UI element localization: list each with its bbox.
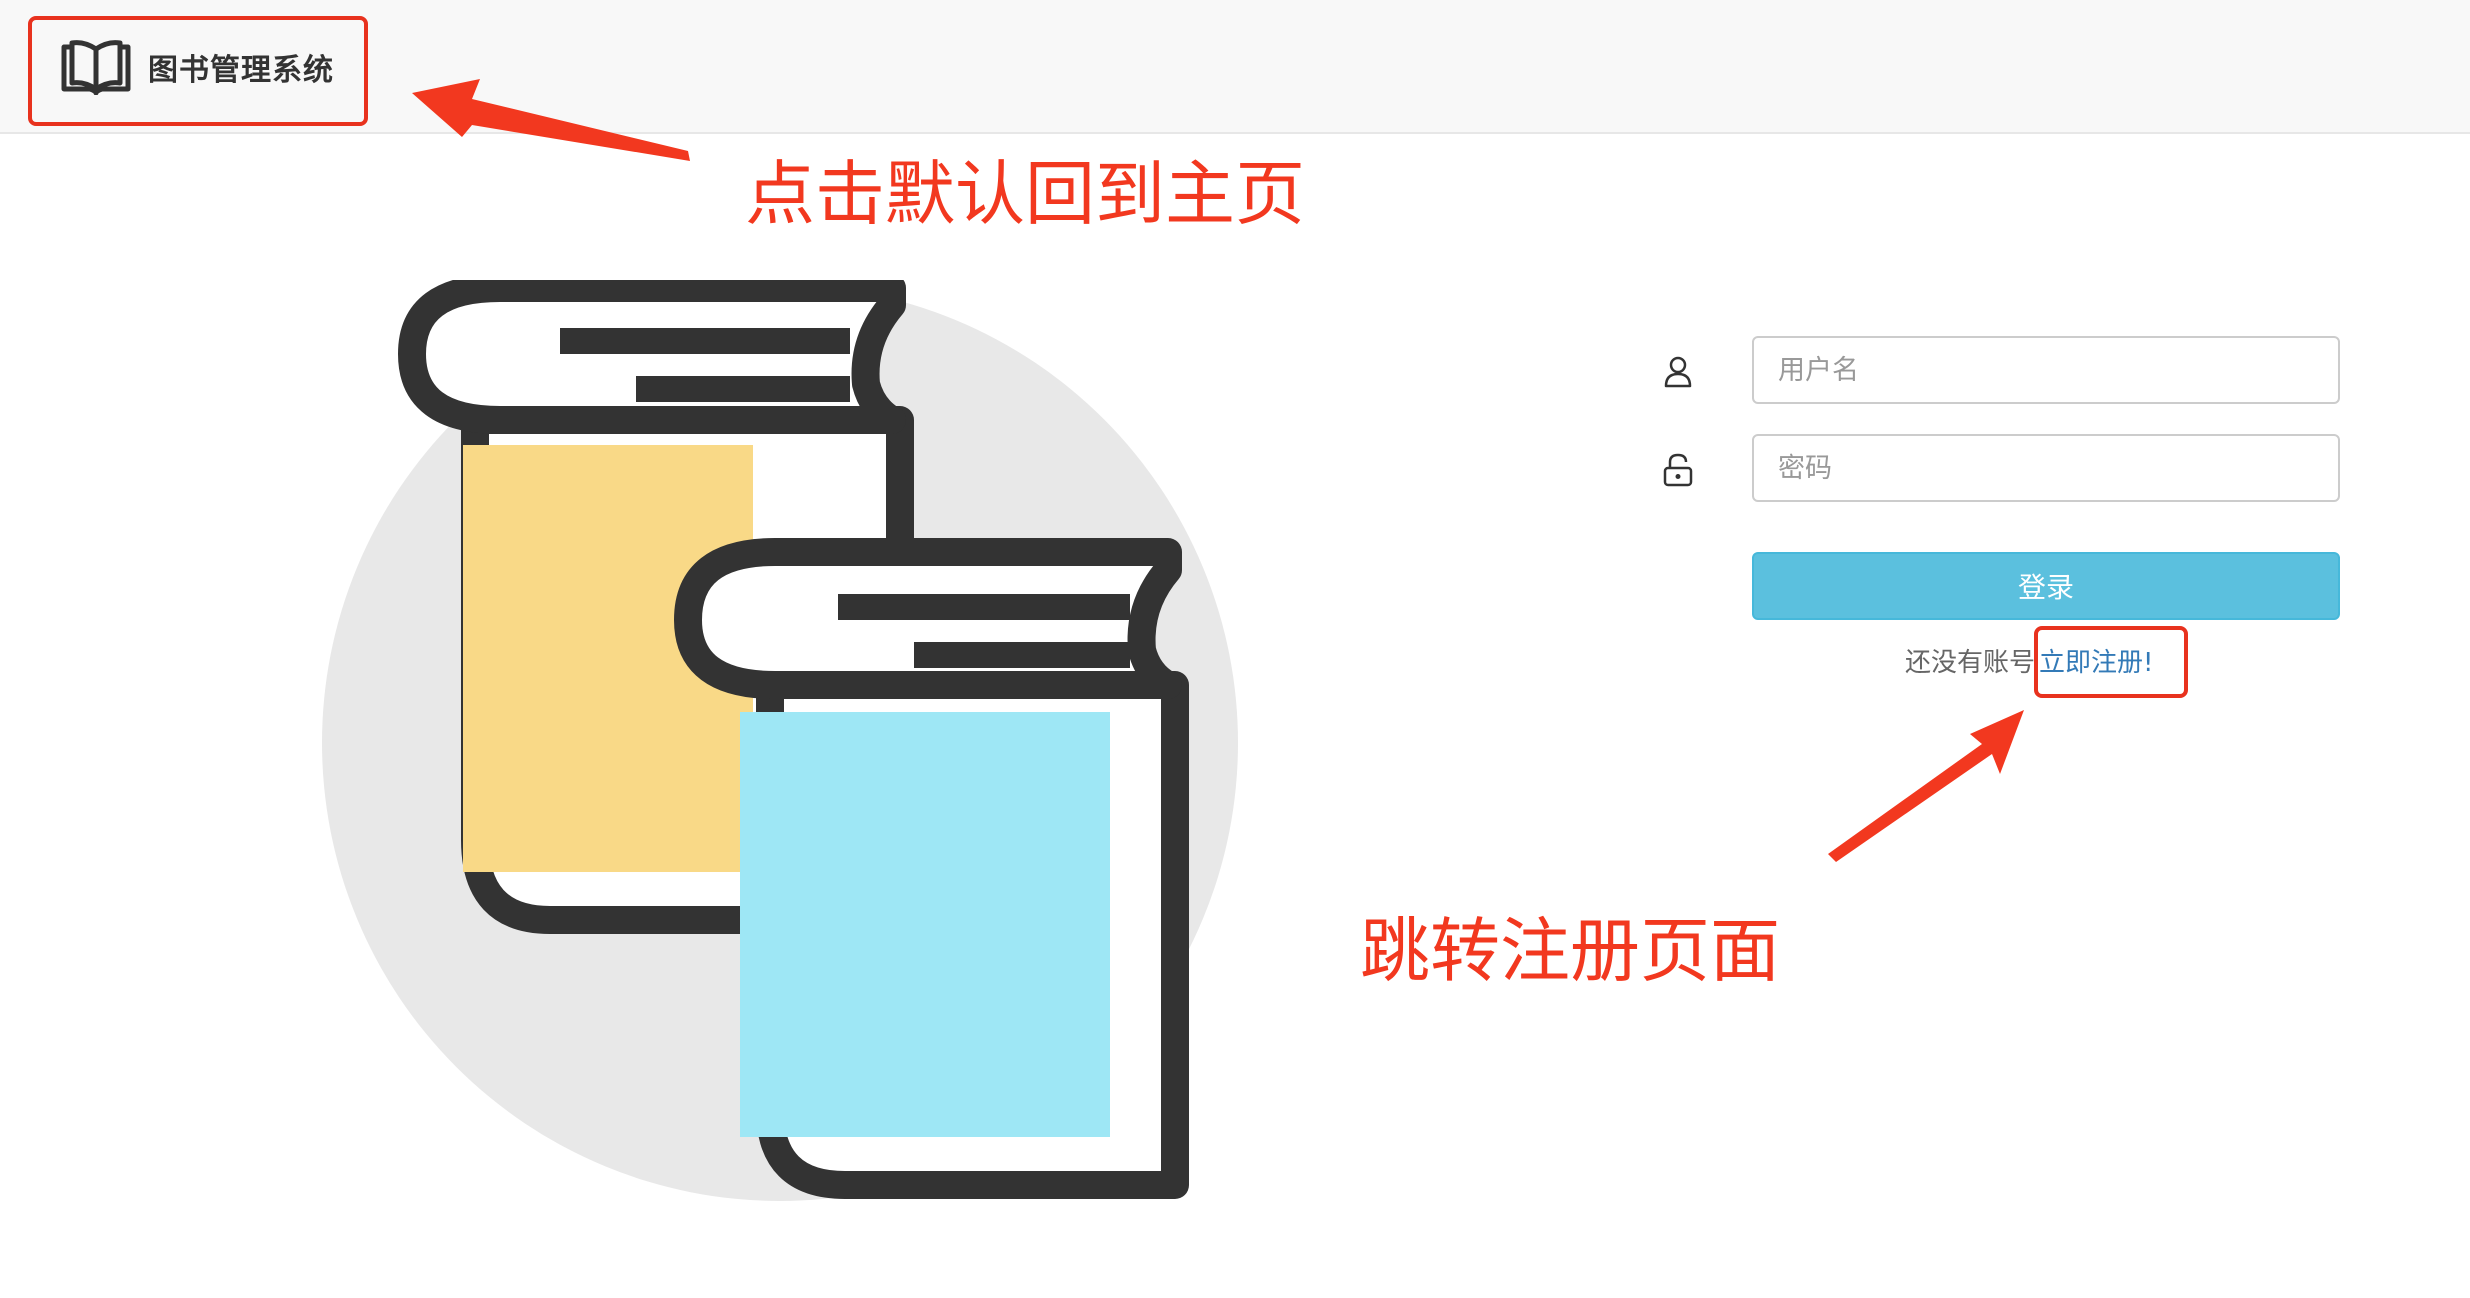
books-illustration: [322, 280, 1238, 1201]
annotation-arrow-brand: [412, 79, 690, 161]
brand-highlight-box: [28, 16, 368, 126]
annotation-register-note: 跳转注册页面: [1360, 910, 1780, 992]
annotation-arrow-register: [1828, 710, 2024, 862]
password-input[interactable]: [1752, 434, 2340, 502]
user-icon: [1664, 356, 1692, 388]
annotation-brand-note: 点击默认回到主页: [745, 153, 1305, 235]
username-row: [1640, 336, 2340, 406]
register-highlight-box: [2034, 626, 2188, 698]
login-button[interactable]: 登录: [1752, 552, 2340, 620]
lock-icon: [1663, 453, 1693, 487]
username-input[interactable]: [1752, 336, 2340, 404]
register-prompt: 还没有账号: [1905, 648, 2036, 678]
navbar: 图书管理系统: [0, 0, 2470, 134]
password-row: [1640, 434, 2340, 504]
book-blue: [674, 538, 1189, 1199]
